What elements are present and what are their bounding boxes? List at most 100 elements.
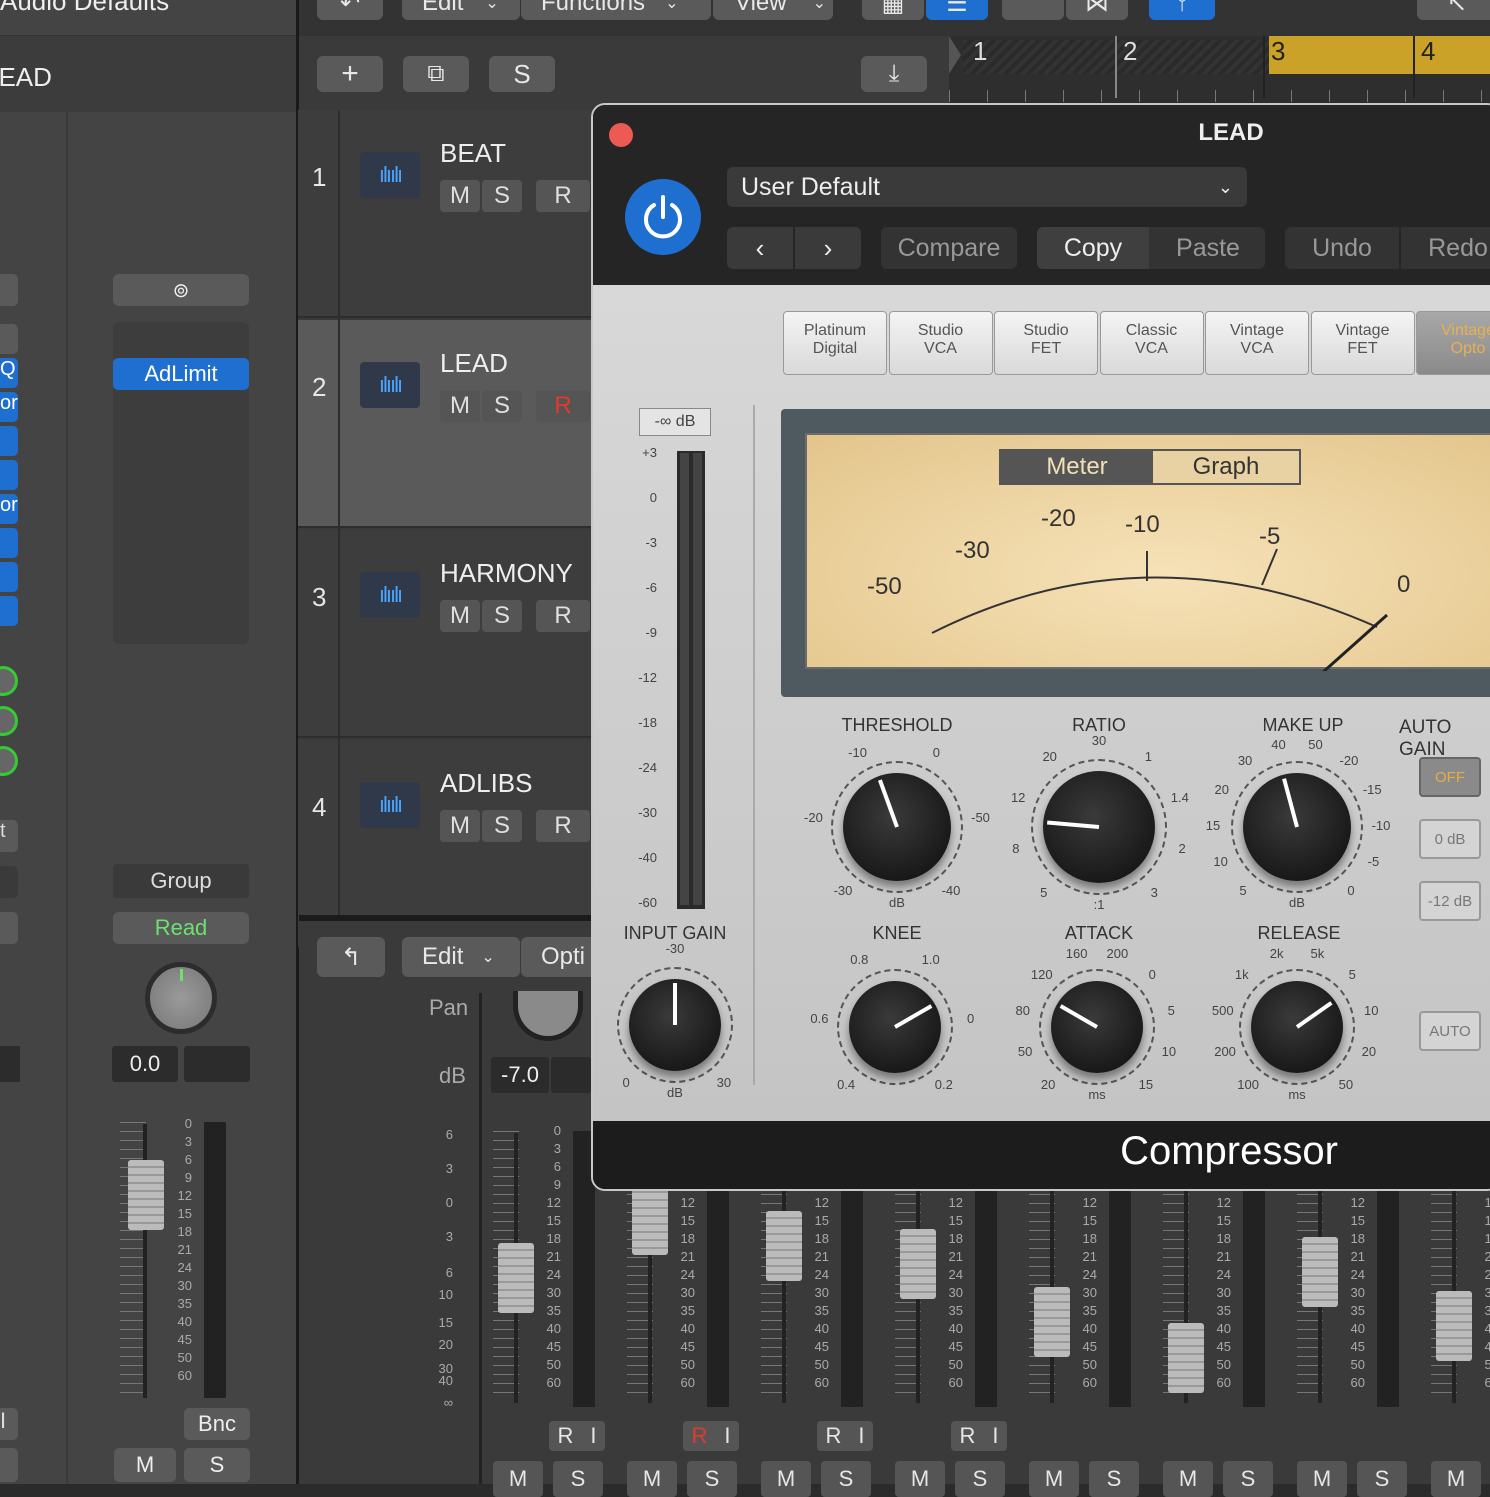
- channel-solo-button[interactable]: S: [1223, 1461, 1273, 1497]
- channel-fader[interactable]: [632, 1185, 668, 1255]
- left-m-button[interactable]: [0, 1448, 18, 1482]
- input-peak-readout[interactable]: -∞ dB: [639, 408, 711, 436]
- knee-knob[interactable]: [849, 981, 941, 1073]
- record-enable-button[interactable]: R: [959, 1423, 975, 1449]
- capture-button[interactable]: ⤓: [861, 56, 927, 92]
- model-button[interactable]: Studio FET: [994, 311, 1098, 375]
- mute-button[interactable]: M: [114, 1448, 176, 1482]
- input-monitor-button[interactable]: I: [724, 1423, 730, 1449]
- track-solo-button[interactable]: S: [482, 390, 522, 422]
- track-row[interactable]: 3 ılıılı HARMONY M S R: [298, 530, 598, 738]
- track-record-button[interactable]: R: [536, 810, 590, 842]
- left-automation-slot[interactable]: [0, 912, 18, 944]
- left-strip-slot[interactable]: [0, 324, 18, 354]
- left-input-button[interactable]: I: [0, 1408, 18, 1440]
- model-button[interactable]: Vintage Opto: [1416, 311, 1490, 375]
- playhead-marker[interactable]: [949, 36, 961, 74]
- channel-mute-button[interactable]: M: [1163, 1461, 1213, 1497]
- back-button[interactable]: ↶: [317, 0, 383, 20]
- redo-button[interactable]: Redo: [1401, 227, 1490, 269]
- record-enable-button[interactable]: R: [557, 1423, 573, 1449]
- left-strip-slot[interactable]: [0, 274, 18, 306]
- track-mute-button[interactable]: M: [440, 600, 480, 632]
- add-track-button[interactable]: +: [317, 56, 383, 92]
- model-button[interactable]: Platinum Digital: [783, 311, 887, 375]
- track-mute-button[interactable]: M: [440, 810, 480, 842]
- track-solo-button[interactable]: S: [482, 600, 522, 632]
- ruler[interactable]: 1 2 3 4: [949, 36, 1490, 102]
- pan-value[interactable]: 0.0: [112, 1046, 178, 1082]
- ratio-knob[interactable]: [1043, 771, 1155, 883]
- channel-solo-button[interactable]: S: [1089, 1461, 1139, 1497]
- send-knob[interactable]: [0, 666, 18, 696]
- channel-solo-button[interactable]: S: [955, 1461, 1005, 1497]
- release-knob[interactable]: [1251, 981, 1343, 1073]
- preset-menu[interactable]: User Default ⌄: [727, 167, 1247, 207]
- channel-solo-button[interactable]: S: [821, 1461, 871, 1497]
- left-plugin-slot[interactable]: or: [0, 392, 18, 422]
- track-mute-button[interactable]: M: [440, 390, 480, 422]
- volume-value[interactable]: [184, 1046, 250, 1082]
- edit-menu[interactable]: Edit ⌄: [402, 0, 520, 20]
- model-button[interactable]: Vintage VCA: [1205, 311, 1309, 375]
- left-plugin-slot[interactable]: [0, 528, 18, 558]
- inspector-track-header[interactable]: LEAD: [0, 36, 296, 112]
- bypass-power-button[interactable]: [625, 179, 701, 255]
- input-monitor-button[interactable]: I: [858, 1423, 864, 1449]
- channel-fader[interactable]: [900, 1229, 936, 1299]
- view-menu[interactable]: View ⌄: [713, 0, 833, 20]
- undo-button[interactable]: Undo: [1285, 227, 1399, 269]
- next-preset-button[interactable]: ›: [795, 227, 861, 269]
- threshold-knob[interactable]: [843, 773, 951, 881]
- previous-preset-button[interactable]: ‹: [727, 227, 793, 269]
- channel-fader[interactable]: [766, 1211, 802, 1281]
- makeup-knob[interactable]: [1243, 773, 1351, 881]
- channel-mute-button[interactable]: M: [1029, 1461, 1079, 1497]
- record-enable-button[interactable]: R: [825, 1423, 841, 1449]
- automation-mode[interactable]: Read: [113, 912, 249, 944]
- duplicate-track-button[interactable]: ⧉: [403, 56, 469, 92]
- track-mute-button[interactable]: M: [440, 180, 480, 212]
- channel-mute-button[interactable]: M: [627, 1461, 677, 1497]
- track-solo-button[interactable]: S: [482, 810, 522, 842]
- track-row[interactable]: 2 ılıılı LEAD M S R: [298, 320, 598, 528]
- pan-knob[interactable]: [145, 962, 217, 1034]
- volume-fader[interactable]: [128, 1160, 164, 1230]
- strip1-db-value[interactable]: -7.0: [491, 1057, 549, 1093]
- model-button[interactable]: Vintage FET: [1310, 311, 1415, 375]
- strip1-pan-knob[interactable]: [513, 991, 583, 1041]
- mixer-back-button[interactable]: ↰: [317, 937, 385, 977]
- bounce-button[interactable]: Bnc: [184, 1408, 250, 1440]
- input-monitor-button[interactable]: I: [590, 1423, 596, 1449]
- channel-solo-button[interactable]: S: [687, 1461, 737, 1497]
- track-solo-button[interactable]: S: [482, 180, 522, 212]
- attack-knob[interactable]: [1051, 981, 1143, 1073]
- graph-tab[interactable]: Graph: [1153, 451, 1299, 483]
- cycle-region[interactable]: [1269, 36, 1490, 74]
- tool-menu[interactable]: ↖: [1417, 0, 1490, 20]
- link-button[interactable]: ⊚: [113, 274, 249, 306]
- grid-view-button[interactable]: ▦: [862, 0, 924, 20]
- send-knob[interactable]: [0, 746, 18, 776]
- auto-gain-0db-button[interactable]: 0 dB: [1419, 819, 1481, 859]
- input_gain-knob[interactable]: [629, 979, 721, 1071]
- channel-mute-button[interactable]: M: [761, 1461, 811, 1497]
- auto-gain-off-button[interactable]: OFF: [1419, 757, 1481, 797]
- snap-button[interactable]: ⫯: [1149, 0, 1215, 20]
- track-record-button[interactable]: R: [536, 390, 590, 422]
- channel-fader[interactable]: [1302, 1237, 1338, 1307]
- record-enable-button[interactable]: R: [691, 1423, 707, 1449]
- mixer-edit-menu[interactable]: Edit ⌄: [402, 937, 520, 977]
- channel-mute-button[interactable]: M: [493, 1461, 543, 1497]
- send-knob[interactable]: [0, 706, 18, 736]
- meter-tab[interactable]: Meter: [1001, 451, 1153, 483]
- copy-button[interactable]: Copy: [1037, 227, 1149, 269]
- track-record-button[interactable]: R: [536, 600, 590, 632]
- compare-button[interactable]: Compare: [881, 227, 1017, 269]
- auto-button[interactable]: AUTO: [1419, 1011, 1481, 1051]
- left-plugin-slot[interactable]: or: [0, 494, 18, 524]
- left-plugin-slot[interactable]: [0, 596, 18, 626]
- flex-button[interactable]: ⋈: [1066, 0, 1128, 20]
- left-plugin-slot[interactable]: Q: [0, 358, 18, 388]
- model-button[interactable]: Classic VCA: [1099, 311, 1204, 375]
